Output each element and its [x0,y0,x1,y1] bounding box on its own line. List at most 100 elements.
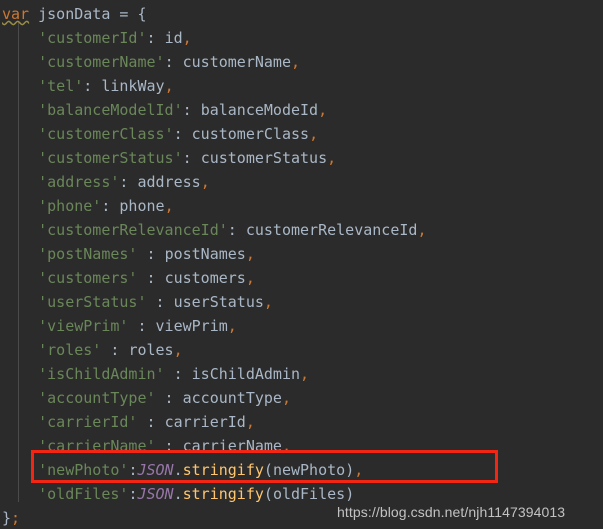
property-key: 'isChildAdmin' [38,365,165,383]
property-value: linkWay [101,77,165,95]
open-paren: ( [263,461,273,479]
stringify-argument: newPhoto [272,461,346,479]
code-line-property: 'carrierId' : carrierId, [2,410,603,434]
property-key: 'customers' [38,269,138,287]
code-line-property: 'customerStatus': customerStatus, [2,146,603,170]
property-key: 'viewPrim' [38,317,129,335]
json-class-reference: JSON [137,485,174,503]
property-comma: , [318,101,328,119]
member-access-dot: . [173,461,183,479]
key-value-separator: : [101,341,129,359]
property-key: 'address' [38,173,120,191]
key-value-separator: : [128,317,156,335]
close-paren: ) [345,461,355,479]
key-value-separator: : [182,149,201,167]
member-access-dot: . [173,485,183,503]
property-value: viewPrim [155,317,228,335]
code-line-property: 'balanceModelId': balanceModeId, [2,98,603,122]
code-line-property: 'customerRelevanceId': customerRelevance… [2,218,603,242]
key-value-separator: : [173,125,192,143]
key-value-separator: : [146,293,174,311]
code-line-property: 'address': address, [2,170,603,194]
property-value: carrierName [182,437,282,455]
property-value: customerStatus [200,149,328,167]
open-brace: { [137,5,147,23]
property-key: 'accountType' [38,389,156,407]
close-brace: } [2,509,12,527]
property-comma: , [327,149,337,167]
code-line-declaration: var jsonData = { [2,2,603,26]
property-key: 'phone' [38,197,102,215]
code-line-property: 'tel': linkWay, [2,74,603,98]
code-line-property: 'phone': phone, [2,194,603,218]
property-comma: , [182,29,192,47]
code-line-property: 'userStatus' : userStatus, [2,290,603,314]
stringify-method-name: stringify [182,485,264,503]
property-value: customerName [182,53,291,71]
property-value: isChildAdmin [191,365,301,383]
key-value-separator: : [227,221,246,239]
property-comma: , [245,413,255,431]
code-line-stringify: 'newPhoto':JSON.stringify(newPhoto), [2,458,603,482]
stringify-lines-group: 'newPhoto':JSON.stringify(newPhoto), 'ol… [2,458,603,506]
code-line-property: 'carrierName' : carrierName, [2,434,603,458]
property-key: 'oldFiles' [38,485,129,503]
code-line-property: 'accountType' : accountType, [2,386,603,410]
property-key: 'customerRelevanceId' [38,221,228,239]
property-value: roles [128,341,174,359]
assignment-operator: = [119,5,129,23]
csdn-watermark: https://blog.csdn.net/njh1147394013 [337,504,566,520]
key-value-separator: : [164,53,183,71]
property-key: 'customerName' [38,53,165,71]
property-comma: , [164,77,174,95]
property-comma: , [173,341,183,359]
property-value: phone [119,197,165,215]
property-key: 'roles' [38,341,102,359]
key-value-separator: : [155,389,183,407]
property-comma: , [245,269,255,287]
property-key: 'postNames' [38,245,138,263]
property-comma: , [164,197,174,215]
property-key: 'customerStatus' [38,149,183,167]
property-value: address [137,173,201,191]
code-content[interactable]: var jsonData = { 'customerId': id, 'cust… [0,0,603,529]
property-comma: , [245,245,255,263]
key-value-separator: : [137,245,165,263]
property-value: customerClass [191,125,310,143]
key-value-separator: : [137,413,165,431]
property-comma: , [263,293,273,311]
code-line-property: 'customerClass': customerClass, [2,122,603,146]
property-value: id [164,29,183,47]
code-line-property: 'postNames' : postNames, [2,242,603,266]
property-comma: , [309,125,319,143]
key-value-separator: : [137,269,165,287]
property-key: 'balanceModelId' [38,101,183,119]
property-value: customers [164,269,246,287]
keyword-var: var [2,5,30,23]
key-value-separator: : [182,101,201,119]
property-comma: , [200,173,210,191]
property-key: 'carrierName' [38,437,156,455]
statement-semicolon: ; [11,509,21,527]
property-key: 'newPhoto' [38,461,129,479]
code-line-property: 'customers' : customers, [2,266,603,290]
code-line-property: 'viewPrim' : viewPrim, [2,314,603,338]
key-value-separator: : [146,29,165,47]
open-paren: ( [263,485,273,503]
property-comma: , [281,389,291,407]
code-editor-pane[interactable]: var jsonData = { 'customerId': id, 'cust… [0,0,603,529]
